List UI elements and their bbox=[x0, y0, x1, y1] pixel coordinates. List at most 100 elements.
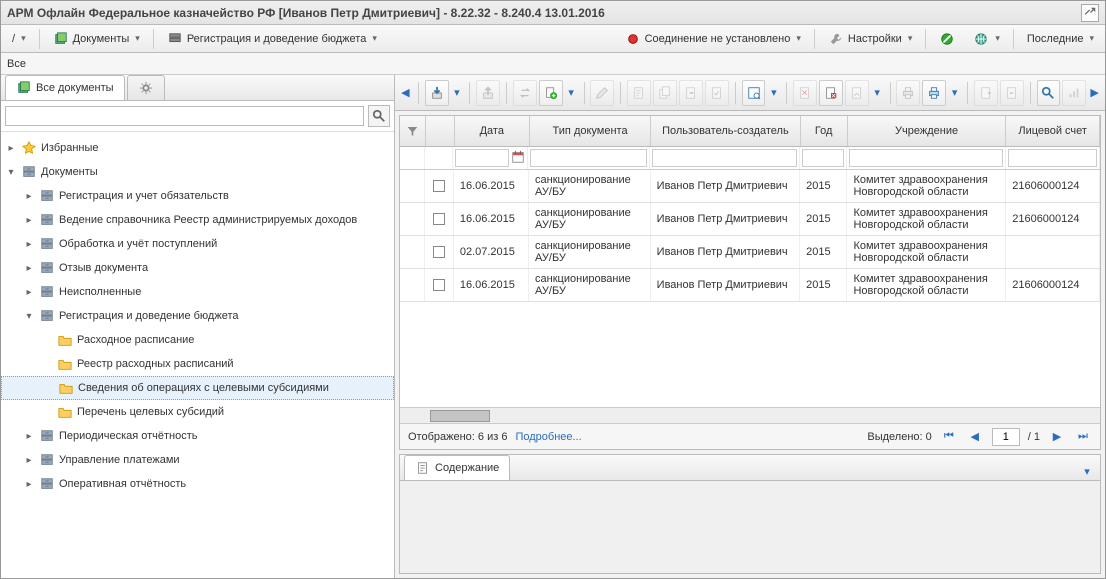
toggle-icon[interactable]: ▸ bbox=[23, 239, 35, 250]
col-check[interactable] bbox=[426, 116, 455, 146]
tree-node[interactable]: Расходное расписание bbox=[1, 328, 394, 352]
col-year[interactable]: Год bbox=[801, 116, 848, 146]
search-input[interactable] bbox=[5, 106, 364, 126]
toggle-icon[interactable]: ▸ bbox=[23, 287, 35, 298]
tab-gear[interactable] bbox=[127, 75, 165, 100]
table-row[interactable]: 16.06.2015санкционирование АУ/БУИванов П… bbox=[400, 269, 1100, 302]
filter-date[interactable] bbox=[455, 149, 509, 167]
filter-org[interactable] bbox=[849, 149, 1003, 167]
col-org[interactable]: Учреждение bbox=[848, 116, 1007, 146]
menu-recent[interactable]: Последние bbox=[1020, 30, 1101, 48]
scroll-left[interactable]: ◀ bbox=[399, 86, 412, 99]
toggle-icon[interactable]: ▸ bbox=[23, 455, 35, 466]
separator bbox=[153, 29, 154, 49]
table-row[interactable]: 16.06.2015санкционирование АУ/БУИванов П… bbox=[400, 203, 1100, 236]
tree-node[interactable]: ▸Избранные bbox=[1, 136, 394, 160]
menu-block[interactable] bbox=[932, 28, 962, 50]
tree-node[interactable]: ▸Отзыв документа bbox=[1, 256, 394, 280]
tree-node[interactable]: ▸Управление платежами bbox=[1, 448, 394, 472]
table-row[interactable]: 02.07.2015санкционирование АУ/БУИванов П… bbox=[400, 236, 1100, 269]
tb-view-menu[interactable]: ▾ bbox=[767, 86, 780, 99]
tb-chart[interactable] bbox=[1062, 80, 1086, 106]
tree-node[interactable]: Сведения об операциях с целевыми субсиди… bbox=[1, 376, 394, 400]
scroll-right[interactable]: ▶ bbox=[1088, 86, 1101, 99]
tb-edit[interactable] bbox=[590, 80, 614, 106]
toggle-icon[interactable]: ▸ bbox=[23, 431, 35, 442]
menu-connection[interactable]: Соединение не установлено bbox=[618, 28, 808, 50]
page-last[interactable]: ⏭ bbox=[1074, 428, 1092, 446]
toggle-icon[interactable]: ▸ bbox=[23, 479, 35, 490]
tree-node[interactable]: ▸Ведение справочника Реестр администриру… bbox=[1, 208, 394, 232]
tree-node[interactable]: ▾Документы bbox=[1, 160, 394, 184]
filter-user[interactable] bbox=[652, 149, 797, 167]
cell-acc: 21606000124 bbox=[1006, 203, 1100, 235]
tree-node[interactable]: ▸Неисполненные bbox=[1, 280, 394, 304]
tb-sign[interactable] bbox=[845, 80, 869, 106]
page-next[interactable]: ▶ bbox=[1048, 428, 1066, 446]
toggle-icon[interactable]: ▸ bbox=[23, 263, 35, 274]
toggle-icon[interactable]: ▾ bbox=[23, 311, 35, 322]
more-link[interactable]: Подробнее... bbox=[515, 431, 581, 443]
menu-settings[interactable]: Настройки bbox=[821, 28, 919, 50]
horizontal-scrollbar[interactable] bbox=[400, 407, 1100, 423]
tb-doc1[interactable] bbox=[627, 80, 651, 106]
page-input[interactable] bbox=[992, 428, 1020, 446]
tb-doc3[interactable] bbox=[679, 80, 703, 106]
filter-year[interactable] bbox=[802, 149, 844, 167]
calendar-icon[interactable] bbox=[511, 149, 525, 165]
tree-node[interactable]: ▸Периодическая отчётность bbox=[1, 424, 394, 448]
tree-node[interactable]: ▸Регистрация и учет обязательств bbox=[1, 184, 394, 208]
tb-exchange[interactable] bbox=[513, 80, 537, 106]
row-checkbox[interactable] bbox=[433, 279, 445, 291]
tb-new-menu[interactable]: ▾ bbox=[565, 86, 578, 99]
detail-tab-content[interactable]: Содержание bbox=[404, 455, 510, 480]
toggle-icon[interactable]: ▾ bbox=[5, 167, 17, 178]
tb-print-menu[interactable]: ▾ bbox=[948, 86, 961, 99]
tb-print-list[interactable] bbox=[922, 80, 946, 106]
menu-dropdown[interactable]: / bbox=[5, 30, 33, 48]
tb-sign-menu[interactable]: ▾ bbox=[871, 86, 884, 99]
page-prev[interactable]: ◀ bbox=[966, 428, 984, 446]
tb-doc4[interactable] bbox=[705, 80, 729, 106]
tb-import[interactable] bbox=[425, 80, 449, 106]
tb-view[interactable] bbox=[742, 80, 766, 106]
toggle-icon[interactable]: ▸ bbox=[23, 215, 35, 226]
row-checkbox[interactable] bbox=[433, 213, 445, 225]
tree-node[interactable]: Реестр расходных расписаний bbox=[1, 352, 394, 376]
tree-node[interactable]: ▸Обработка и учёт поступлений bbox=[1, 232, 394, 256]
col-date[interactable]: Дата bbox=[455, 116, 530, 146]
col-user[interactable]: Пользователь-создатель bbox=[651, 116, 800, 146]
row-checkbox[interactable] bbox=[433, 180, 445, 192]
tab-all-documents[interactable]: Все документы bbox=[5, 75, 125, 100]
tb-back[interactable] bbox=[1000, 80, 1024, 106]
page-first[interactable]: ⏮ bbox=[940, 428, 958, 446]
col-type[interactable]: Тип документа bbox=[530, 116, 651, 146]
tb-find[interactable] bbox=[1037, 80, 1061, 106]
scroll-thumb[interactable] bbox=[430, 410, 490, 422]
filter-acc[interactable] bbox=[1008, 149, 1097, 167]
tree-node[interactable]: ▾Регистрация и доведение бюджета bbox=[1, 304, 394, 328]
col-filter[interactable] bbox=[400, 116, 426, 146]
expand-button[interactable] bbox=[1081, 4, 1099, 22]
row-checkbox[interactable] bbox=[433, 246, 445, 258]
tb-import-menu[interactable]: ▾ bbox=[451, 86, 464, 99]
tree-node[interactable]: Перечень целевых субсидий bbox=[1, 400, 394, 424]
col-acc[interactable]: Лицевой счет bbox=[1006, 116, 1100, 146]
tb-export[interactable] bbox=[476, 80, 500, 106]
tb-doc2[interactable] bbox=[653, 80, 677, 106]
tb-new[interactable] bbox=[539, 80, 563, 106]
tb-del2[interactable] bbox=[819, 80, 843, 106]
filter-type[interactable] bbox=[530, 149, 647, 167]
detail-collapse[interactable]: ▾ bbox=[1078, 462, 1096, 480]
table-row[interactable]: 16.06.2015санкционирование АУ/БУИванов П… bbox=[400, 170, 1100, 203]
menu-documents[interactable]: Документы bbox=[46, 28, 147, 50]
tb-del1[interactable] bbox=[793, 80, 817, 106]
menu-globe[interactable] bbox=[966, 28, 1007, 50]
toggle-icon[interactable]: ▸ bbox=[23, 191, 35, 202]
search-button[interactable] bbox=[368, 105, 390, 127]
menu-registration[interactable]: Регистрация и доведение бюджета bbox=[160, 28, 384, 50]
tree-node[interactable]: ▸Оперативная отчётность bbox=[1, 472, 394, 496]
tb-print[interactable] bbox=[896, 80, 920, 106]
tb-send[interactable] bbox=[974, 80, 998, 106]
toggle-icon[interactable]: ▸ bbox=[5, 143, 17, 154]
